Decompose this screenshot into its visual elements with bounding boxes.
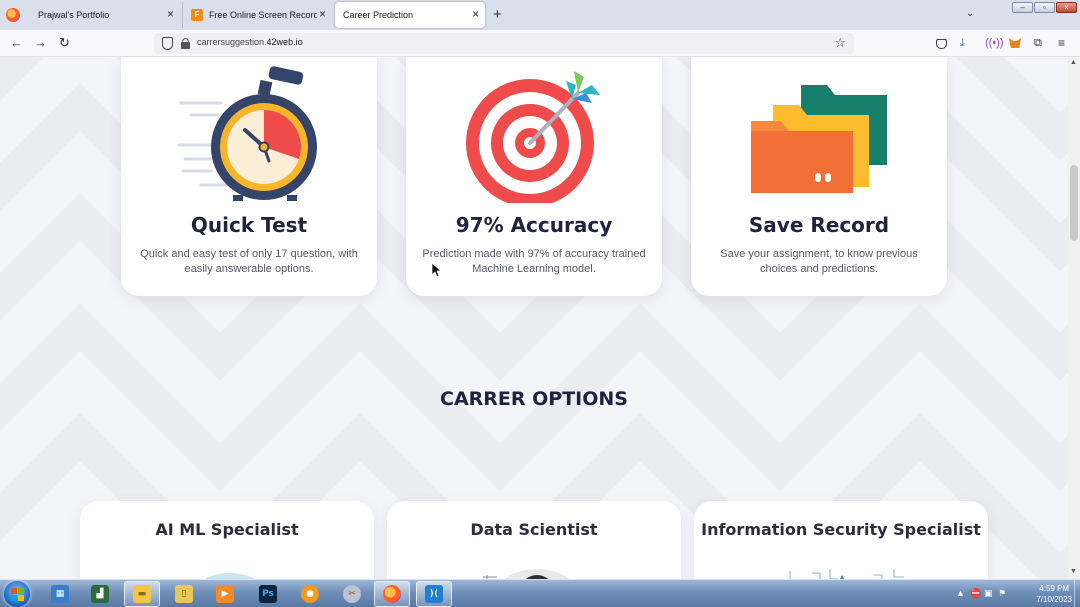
extensions-puzzle-icon[interactable]: ⧉ [1034,37,1042,49]
feature-card-quick-test: Quick Test Quick and easy test of only 1… [121,57,377,296]
url-domain: 42web.io [266,37,303,47]
tab-career-prediction[interactable]: Career Prediction × [335,2,485,28]
information-security-illustration [789,569,904,579]
taskbar-task-manager[interactable]: ▟ [82,581,118,607]
action-center-flag-icon[interactable]: ⚑ [998,588,1006,599]
feature-card-save-record: Save Record Save your assignment, to kno… [691,57,947,296]
pocket-icon[interactable] [936,39,947,49]
url-text[interactable]: carrersuggestion.42web.io [197,37,303,47]
screen-recorder-favicon: F [191,9,203,21]
ai-ml-illustration [205,573,255,579]
vertical-scrollbar[interactable]: ▲ ▼ [1068,57,1080,579]
career-title: AI ML Specialist [155,520,299,539]
taskbar-media-player[interactable]: ▶ [207,581,243,607]
scissors-icon: ✂ [343,585,361,603]
feature-description: Save your assignment, to know previous c… [720,248,918,275]
security-alert-icon[interactable]: ⛔ [970,588,981,599]
feature-description: Prediction made with 97% of accuracy tra… [422,248,646,275]
career-title: Information Security Specialist [701,520,981,539]
maximize-button[interactable]: ▫ [1034,2,1055,13]
career-card-data-scientist[interactable]: Data Scientist [387,501,681,579]
start-button-windows-icon[interactable] [4,581,30,607]
stopwatch-icon [177,66,317,201]
clock-date: 7/10/2023 [1036,595,1072,604]
folder-icon: ▬ [133,585,151,603]
forward-arrow-icon[interactable]: → [34,35,47,51]
career-card-ai-ml[interactable]: AI ML Specialist [80,501,374,579]
new-tab-button[interactable]: + [493,6,502,23]
firefox-icon[interactable] [6,8,20,22]
feature-card-accuracy: 97% Accuracy Prediction made with 97% of… [406,57,662,296]
reload-icon[interactable]: ↻ [59,35,70,51]
clock-time: 4:59 PM [1039,584,1070,593]
bookmark-star-icon[interactable]: ☆ [834,35,846,51]
close-tab-icon[interactable]: × [167,8,174,20]
address-bar[interactable]: carrersuggestion.42web.io ☆ [154,33,854,54]
metamask-fox-icon[interactable] [1009,38,1021,48]
minimize-button[interactable]: – [1012,2,1033,13]
feature-title: Quick Test [190,213,308,237]
firefox-icon [383,585,401,603]
tab-strip: Prajwal's Portfolio × F Free Online Scre… [0,0,1080,30]
tab-portfolio[interactable]: Prajwal's Portfolio × [30,2,180,28]
navigation-toolbar: ← → ↻ carrersuggestion.42web.io ☆ ⤓ ((•)… [0,30,1080,57]
tab-title: Free Online Screen Recorder & Video Edit… [209,10,317,20]
career-card-information-security[interactable]: Information Security Specialist [694,501,988,579]
taskbar-fl-studio[interactable]: ● [292,581,328,607]
library-icon: ▯ [175,585,193,603]
career-title: Data Scientist [470,520,598,539]
taskbar-photoshop[interactable]: Ps [250,581,286,607]
downloads-icon[interactable]: ⤓ [960,37,965,49]
taskbar-control-panel[interactable]: ▦ [42,581,78,607]
close-tab-icon[interactable]: × [319,8,326,20]
feature-description: Quick and easy test of only 17 question,… [140,248,358,275]
list-all-tabs-icon[interactable]: ⌄ [966,8,974,19]
mouse-cursor-icon [432,263,442,278]
extension-radio-icon[interactable]: ((•)) [985,37,1004,49]
career-options-heading: CARRER OPTIONS [440,388,628,410]
monitor-chart-icon: ▟ [91,585,109,603]
scrollbar-thumb[interactable] [1070,165,1078,241]
close-window-button[interactable]: × [1056,2,1077,13]
tab-screen-recorder[interactable]: F Free Online Screen Recorder & Video Ed… [182,2,332,28]
url-host: carrersuggestion. [197,37,267,47]
taskbar-snipping-tool[interactable]: ✂ [334,581,370,607]
media-play-icon: ▶ [216,585,234,603]
folders-icon [751,85,887,193]
back-arrow-icon[interactable]: ← [10,35,23,51]
photoshop-icon: Ps [259,585,277,603]
show-desktop-button[interactable] [1074,580,1080,607]
scroll-up-arrow-icon[interactable]: ▲ [1070,59,1077,66]
data-scientist-illustration [483,569,570,579]
taskbar-vscode[interactable]: ⟩⟨ [416,581,452,607]
system-tray: ▲ ⛔ ▣ ⚑ 4:59 PM 7/10/2023 [952,580,1080,607]
control-panel-icon: ▦ [51,585,69,603]
tab-title: Career Prediction [343,10,414,20]
scroll-down-arrow-icon[interactable]: ▼ [1070,568,1077,575]
tracking-protection-shield-icon[interactable] [162,37,173,50]
page-viewport: Quick Test Quick and easy test of only 1… [0,57,1068,579]
taskbar-firefox[interactable] [374,581,410,607]
vscode-icon: ⟩⟨ [425,585,443,603]
feature-title: Save Record [748,213,890,237]
feature-title: 97% Accuracy [455,213,613,237]
system-clock[interactable]: 4:59 PM 7/10/2023 [1036,583,1072,605]
lock-icon[interactable] [181,38,190,49]
close-tab-icon[interactable]: × [472,8,479,20]
taskbar-libraries[interactable]: ▯ [166,581,202,607]
show-hidden-icons-icon[interactable]: ▲ [956,588,965,598]
menu-hamburger-icon[interactable]: ≡ [1058,37,1065,49]
taskbar-file-explorer[interactable]: ▬ [124,581,160,607]
windows-taskbar: ▦ ▟ ▬ ▯ ▶ Ps ● ✂ ⟩⟨ ▲ ⛔ ▣ ⚑ 4:59 PM 7/10… [0,579,1080,607]
network-icon[interactable]: ▣ [984,588,993,599]
tab-title: Prajwal's Portfolio [38,10,110,20]
fruit-icon: ● [301,585,319,603]
target-icon [466,71,600,203]
